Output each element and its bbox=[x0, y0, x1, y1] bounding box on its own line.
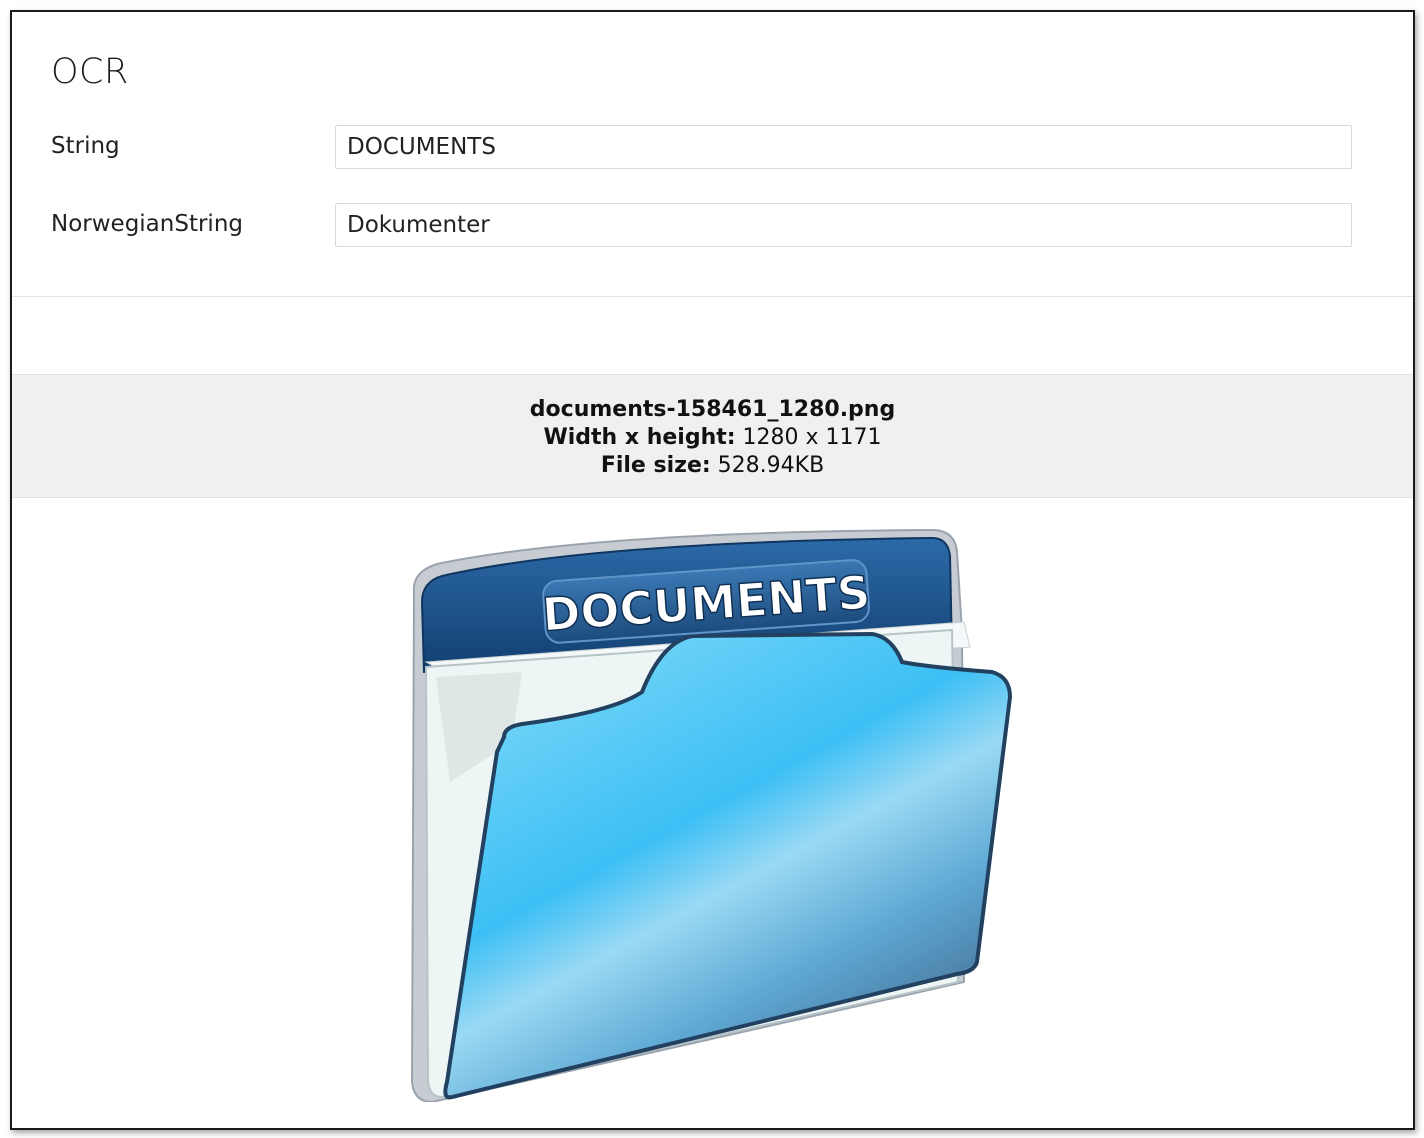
ocr-panel: OCR String DOCUMENTS NorwegianString Dok… bbox=[10, 10, 1415, 1130]
norwegian-string-field[interactable]: Dokumenter bbox=[335, 203, 1352, 247]
dimensions-label: Width x height: bbox=[543, 425, 736, 450]
divider bbox=[12, 296, 1413, 297]
dimensions-value: 1280 x 1171 bbox=[742, 425, 882, 450]
file-size-label: File size: bbox=[600, 453, 711, 478]
string-label: String bbox=[51, 133, 120, 159]
file-info: documents-158461_1280.png Width x height… bbox=[12, 374, 1413, 498]
string-field[interactable]: DOCUMENTS bbox=[335, 125, 1352, 169]
file-name: documents-158461_1280.png bbox=[529, 397, 896, 422]
section-title: OCR bbox=[51, 52, 129, 92]
file-size-value: 528.94KB bbox=[717, 453, 825, 478]
norwegian-string-label: NorwegianString bbox=[51, 211, 243, 237]
documents-folder-image: DOCUMENTS bbox=[410, 528, 1013, 1102]
